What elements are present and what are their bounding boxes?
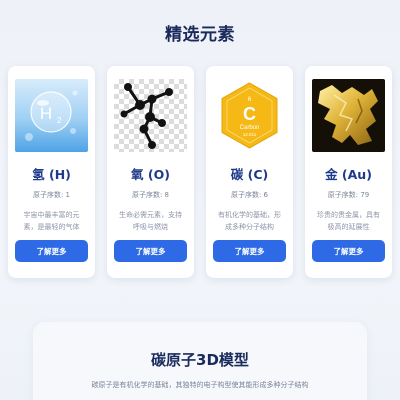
hydrogen-subscript: 2	[57, 116, 62, 125]
learn-more-button[interactable]: 了解更多	[312, 240, 385, 262]
element-card-hydrogen[interactable]: H 2 氢 (H) 原子序数: 1 宇宙中最丰富的元素，是最轻的气体 了解更多	[8, 66, 95, 278]
learn-more-button[interactable]: 了解更多	[213, 240, 286, 262]
oxygen-molecule-icon	[120, 83, 173, 149]
gold-nugget-icon	[318, 85, 378, 145]
element-name: 金 (Au)	[325, 167, 372, 182]
carbon-image: 6 C Carbon 12.011	[213, 79, 286, 152]
hydrogen-symbol: H	[40, 104, 52, 123]
atomic-number: 原子序数: 79	[327, 191, 370, 199]
atomic-number: 原子序数: 8	[131, 191, 170, 199]
element-card-carbon[interactable]: 6 C Carbon 12.011 碳 (C) 原子序数: 6 有机化学的基础，…	[206, 66, 293, 278]
element-description: 生命必需元素，支持呼吸与燃烧	[119, 211, 182, 231]
model-description: 碳原子是有机化学的基础，其独特的电子构型使其能形成多种分子结构	[91, 381, 309, 389]
carbon-label: Carbon	[240, 125, 260, 131]
atomic-number: 原子序数: 6	[230, 191, 269, 199]
carbon-symbol: C	[243, 104, 256, 124]
element-name: 碳 (C)	[230, 167, 269, 182]
model-title: 碳原子3D模型	[151, 351, 249, 369]
element-name: 氢 (H)	[32, 167, 71, 182]
carbon-hexagon-icon: 6 C Carbon 12.011	[221, 82, 278, 149]
carbon-mass: 12.011	[243, 132, 257, 137]
hydrogen-bubble-icon: H 2	[25, 90, 78, 141]
element-description: 有机化学的基础，形成多种分子结构	[218, 211, 281, 231]
section-title: 精选元素	[165, 25, 235, 45]
element-description: 宇宙中最丰富的元素，是最轻的气体	[23, 211, 80, 231]
hydrogen-image: H 2	[15, 79, 88, 152]
atomic-number: 原子序数: 1	[32, 191, 71, 199]
element-card-gold[interactable]: 金 (Au) 原子序数: 79 珍贵的贵金属，具有极高的延展性 了解更多	[305, 66, 392, 278]
carbon-model-panel: 碳原子3D模型 碳原子是有机化学的基础，其独特的电子构型使其能形成多种分子结构	[33, 322, 367, 400]
oxygen-image	[114, 79, 187, 152]
learn-more-button[interactable]: 了解更多	[114, 240, 187, 262]
learn-more-button[interactable]: 了解更多	[15, 240, 88, 262]
gold-image	[312, 79, 385, 152]
page: 精选元素 H 2 氢 (H) 原子序数: 1 宇宙中最丰富的元素，是最轻的气体 …	[0, 0, 400, 400]
element-cards: H 2 氢 (H) 原子序数: 1 宇宙中最丰富的元素，是最轻的气体 了解更多	[8, 66, 392, 280]
element-card-oxygen[interactable]: 氧 (O) 原子序数: 8 生命必需元素，支持呼吸与燃烧 了解更多	[107, 66, 194, 278]
element-name: 氧 (O)	[131, 167, 170, 182]
element-description: 珍贵的贵金属，具有极高的延展性	[317, 211, 380, 231]
